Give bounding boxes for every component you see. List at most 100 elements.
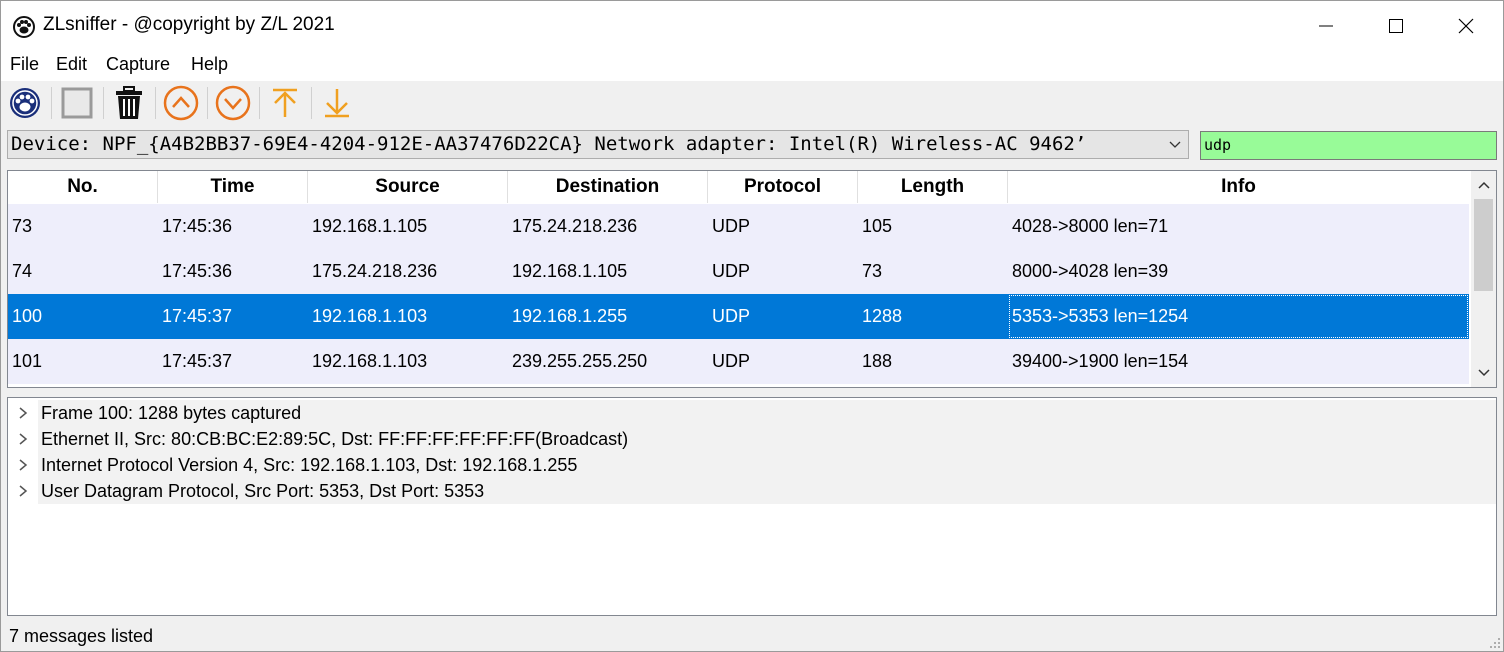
cell-info: 5353->5353 len=1254: [1008, 294, 1469, 339]
cell-no: 73: [12, 216, 33, 236]
menu-edit[interactable]: Edit: [56, 54, 87, 75]
cell-source: 192.168.1.103: [312, 351, 428, 371]
window-title: ZLsniffer - @copyright by Z/L 2021: [43, 14, 335, 35]
trash-icon: [116, 86, 142, 119]
title-bar: ZLsniffer - @copyright by Z/L 2021: [1, 1, 1503, 51]
tree-item-frame[interactable]: Frame 100: 1288 bytes captured: [8, 400, 1496, 426]
device-select-value: Device: NPF_{A4B2BB37-69E4-4204-912E-AA3…: [11, 133, 1087, 155]
previous-packet-button[interactable]: [161, 83, 201, 123]
first-packet-icon: [273, 88, 297, 117]
packet-list-header: No. Time Source Destination Protocol Len…: [8, 171, 1469, 203]
previous-packet-icon: [163, 85, 199, 121]
next-packet-icon: [215, 85, 251, 121]
cell-length: 1288: [862, 306, 903, 326]
first-packet-button[interactable]: [265, 83, 305, 123]
cell-no: 101: [12, 351, 43, 371]
cell-protocol: UDP: [712, 351, 751, 371]
toolbar-separator: [311, 87, 312, 119]
chevron-up-icon: [1477, 181, 1490, 189]
chevron-right-icon[interactable]: [16, 405, 30, 421]
table-row[interactable]: 101 17:45:37 192.168.1.103 239.255.255.2…: [8, 339, 1469, 384]
close-icon: [1458, 18, 1474, 34]
toolbar-separator: [259, 87, 260, 119]
cell-source: 192.168.1.105: [312, 216, 428, 236]
cell-info: 39400->1900 len=154: [1012, 351, 1189, 371]
main-window: ZLsniffer - @copyright by Z/L 2021 File …: [0, 0, 1504, 652]
packet-details-tree: Frame 100: 1288 bytes captured Ethernet …: [7, 397, 1497, 616]
cell-destination: 192.168.1.105: [512, 261, 628, 281]
last-packet-button[interactable]: [317, 83, 357, 123]
scroll-up-button[interactable]: [1471, 171, 1496, 201]
menu-file[interactable]: File: [10, 54, 39, 75]
cell-time: 17:45:36: [162, 261, 233, 281]
tree-item-udp[interactable]: User Datagram Protocol, Src Port: 5353, …: [8, 478, 1496, 504]
packet-list-scrollbar[interactable]: [1471, 171, 1496, 387]
cell-length: 105: [862, 216, 893, 236]
minimize-icon: [1319, 25, 1333, 27]
resize-grip-icon[interactable]: [1487, 635, 1501, 649]
cell-time: 17:45:37: [162, 306, 233, 326]
next-packet-button[interactable]: [213, 83, 253, 123]
column-header-length[interactable]: Length: [858, 171, 1008, 203]
maximize-icon: [1389, 19, 1403, 33]
cell-protocol: UDP: [712, 306, 751, 326]
cell-time: 17:45:37: [162, 351, 233, 371]
display-filter-input[interactable]: udp: [1200, 131, 1497, 160]
maximize-button[interactable]: [1361, 1, 1431, 51]
status-text: 7 messages listed: [9, 626, 154, 646]
status-bar: 7 messages listed: [1, 623, 1503, 651]
cell-no: 100: [12, 306, 43, 326]
tree-item-ethernet[interactable]: Ethernet II, Src: 80:CB:BC:E2:89:5C, Dst…: [8, 426, 1496, 452]
chevron-right-icon[interactable]: [16, 457, 30, 473]
close-button[interactable]: [1431, 1, 1501, 51]
cell-time: 17:45:36: [162, 216, 233, 236]
clear-button[interactable]: [109, 83, 149, 123]
column-header-info[interactable]: Info: [1008, 171, 1469, 203]
scrollbar-thumb[interactable]: [1474, 199, 1493, 291]
table-row[interactable]: 74 17:45:36 175.24.218.236 192.168.1.105…: [8, 249, 1469, 294]
tree-item-label: Ethernet II, Src: 80:CB:BC:E2:89:5C, Dst…: [38, 426, 1496, 452]
paw-icon: [13, 16, 35, 38]
toolbar-separator: [155, 87, 156, 119]
chevron-right-icon[interactable]: [16, 483, 30, 499]
chevron-down-icon: [1477, 369, 1490, 377]
column-header-no[interactable]: No.: [8, 171, 158, 203]
toolbar-separator: [103, 87, 104, 119]
toolbar-separator: [207, 87, 208, 119]
toolbar-separator: [51, 87, 52, 119]
cell-source: 175.24.218.236: [312, 261, 438, 281]
start-capture-button[interactable]: [5, 83, 45, 123]
packet-list: No. Time Source Destination Protocol Len…: [7, 170, 1497, 388]
tree-item-label: Frame 100: 1288 bytes captured: [38, 400, 1496, 426]
cell-no: 74: [12, 261, 33, 281]
tree-item-ipv4[interactable]: Internet Protocol Version 4, Src: 192.16…: [8, 452, 1496, 478]
start-capture-icon: [10, 88, 40, 118]
cell-destination: 192.168.1.255: [512, 306, 628, 326]
cell-length: 73: [862, 261, 883, 281]
cell-protocol: UDP: [712, 216, 751, 236]
cell-protocol: UDP: [712, 261, 751, 281]
cell-destination: 239.255.255.250: [512, 351, 648, 371]
column-header-protocol[interactable]: Protocol: [708, 171, 858, 203]
cell-length: 188: [862, 351, 893, 371]
column-header-source[interactable]: Source: [308, 171, 508, 203]
last-packet-icon: [325, 89, 349, 118]
column-header-time[interactable]: Time: [158, 171, 308, 203]
device-select[interactable]: Device: NPF_{A4B2BB37-69E4-4204-912E-AA3…: [7, 130, 1189, 159]
tree-item-label: User Datagram Protocol, Src Port: 5353, …: [38, 478, 1496, 504]
chevron-right-icon[interactable]: [16, 431, 30, 447]
chevron-down-icon[interactable]: [1168, 131, 1182, 158]
cell-destination: 175.24.218.236: [512, 216, 638, 236]
menu-capture[interactable]: Capture: [106, 54, 170, 75]
minimize-button[interactable]: [1291, 1, 1361, 51]
menu-help[interactable]: Help: [191, 54, 228, 75]
table-row-selected[interactable]: 100 17:45:37 192.168.1.103 192.168.1.255…: [8, 294, 1469, 339]
stop-capture-button[interactable]: [57, 83, 97, 123]
tree-item-label: Internet Protocol Version 4, Src: 192.16…: [38, 452, 1496, 478]
scroll-down-button[interactable]: [1471, 357, 1496, 387]
table-row[interactable]: 73 17:45:36 192.168.1.105 175.24.218.236…: [8, 204, 1469, 249]
cell-source: 192.168.1.103: [312, 306, 428, 326]
column-header-destination[interactable]: Destination: [508, 171, 708, 203]
stop-capture-icon: [61, 87, 93, 119]
cell-info: 8000->4028 len=39: [1012, 261, 1169, 281]
